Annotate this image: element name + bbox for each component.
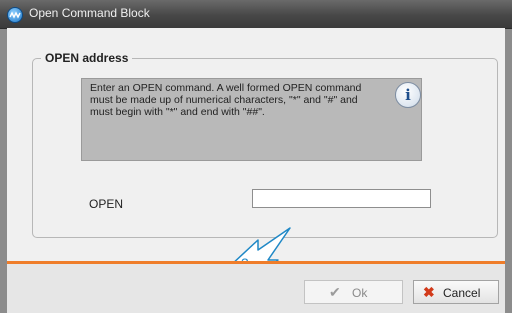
open-command-input[interactable]: [252, 189, 431, 208]
ok-button[interactable]: ✔ Ok: [304, 280, 403, 304]
window-title: Open Command Block: [29, 6, 150, 20]
checkmark-icon: ✔: [329, 284, 341, 300]
group-legend: OPEN address: [45, 51, 129, 65]
open-address-group: OPEN address Enter an OPEN command. A we…: [32, 51, 498, 289]
x-icon: ✖: [423, 284, 435, 300]
ok-label: Ok: [352, 286, 368, 300]
info-line: must begin with "*" and end with "##".: [90, 106, 265, 118]
info-box: Enter an OPEN command. A well formed OPE…: [81, 78, 422, 161]
info-icon: i: [395, 82, 421, 108]
button-bar: ✔ Ok ✖ Cancel: [7, 264, 505, 313]
info-line: must be made up of numerical characters,…: [90, 94, 358, 106]
info-line: Enter an OPEN command. A well formed OPE…: [90, 82, 362, 94]
dialog-body: OPEN address Enter an OPEN command. A we…: [7, 28, 505, 313]
info-text: Enter an OPEN command. A well formed OPE…: [90, 82, 385, 118]
cancel-label: Cancel: [443, 286, 481, 300]
app-logo-icon: [7, 7, 23, 23]
open-label: OPEN: [89, 197, 124, 211]
title-bar: Open Command Block: [0, 0, 512, 29]
cancel-button[interactable]: ✖ Cancel: [413, 280, 499, 304]
